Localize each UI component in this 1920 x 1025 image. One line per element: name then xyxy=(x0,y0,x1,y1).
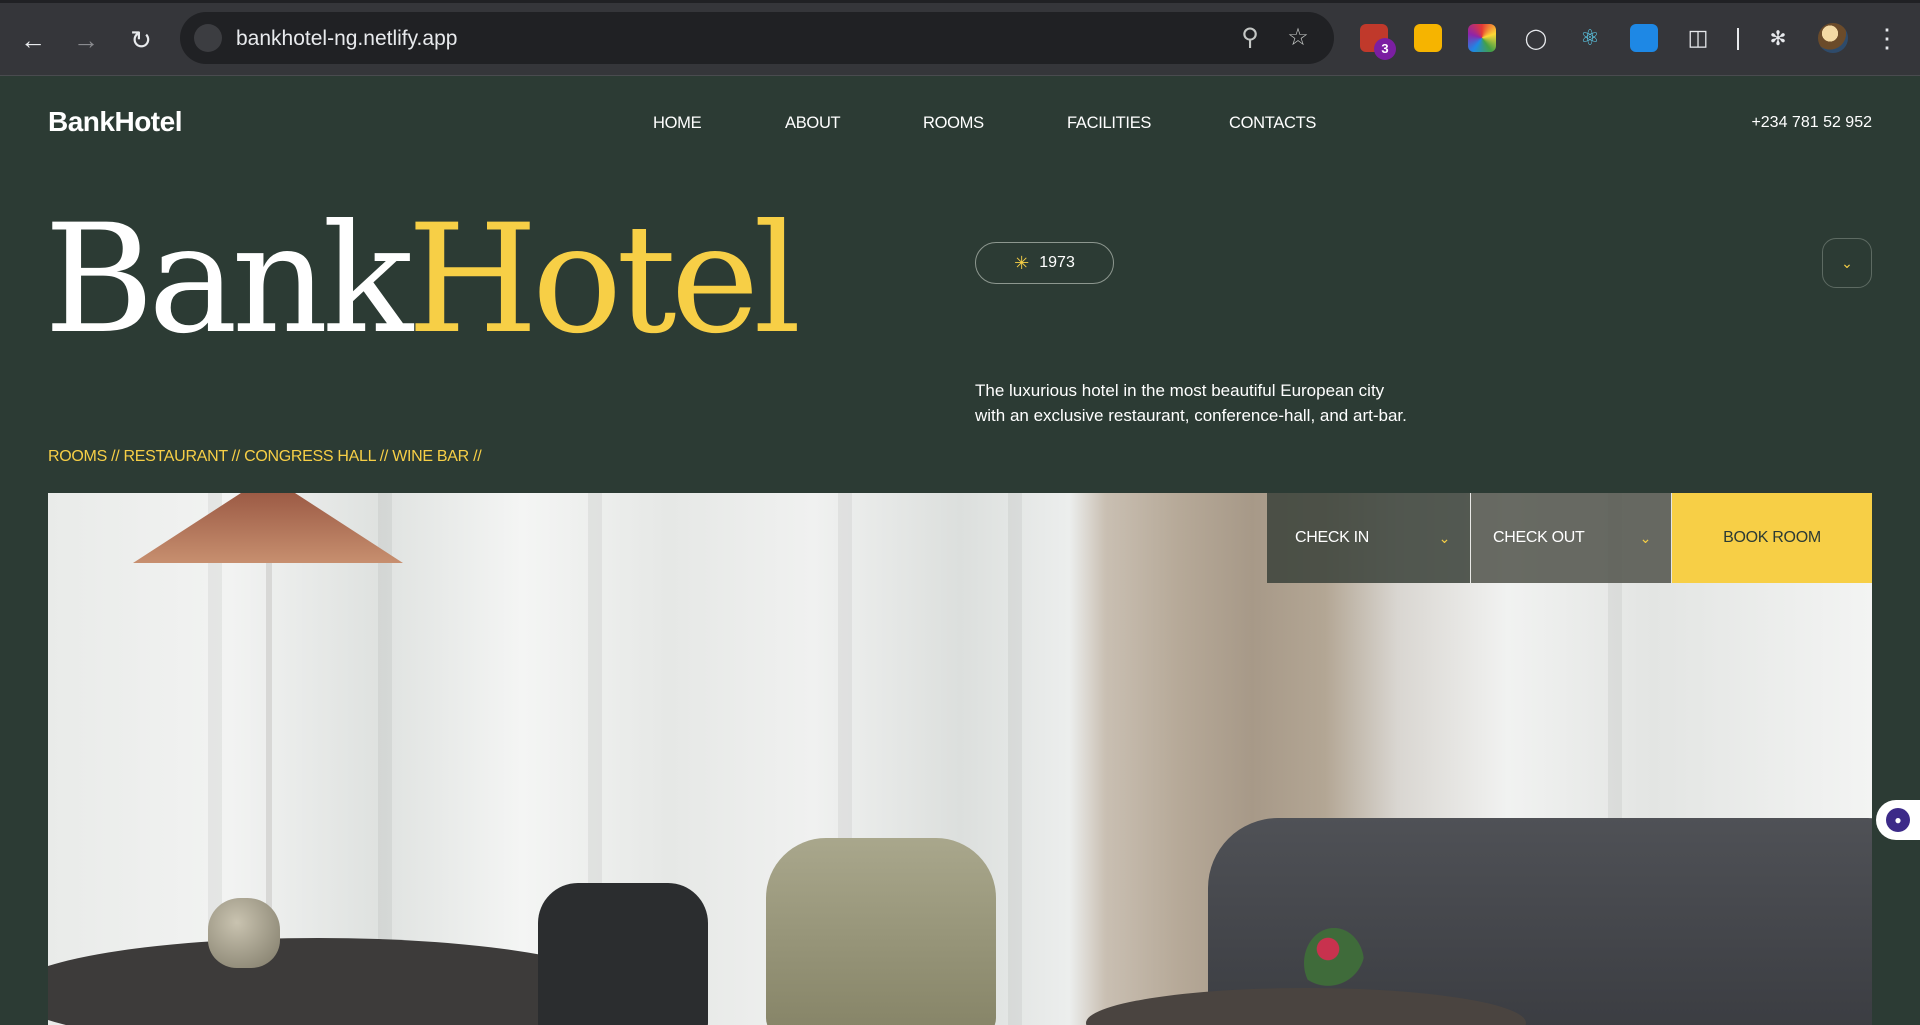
check-in-select[interactable]: CHECK IN ⌄ xyxy=(1267,493,1470,583)
year-text: 1973 xyxy=(1039,254,1075,271)
profile-avatar[interactable] xyxy=(1818,23,1848,53)
bookmark-star-icon[interactable]: ☆ xyxy=(1284,24,1312,52)
reload-icon[interactable]: ↻ xyxy=(123,22,159,58)
tab-strip xyxy=(0,0,1920,3)
chevron-down-icon: ⌄ xyxy=(1438,529,1451,546)
hero-title: BankHotel xyxy=(44,205,801,355)
curtain-fold xyxy=(1008,493,1022,1025)
scroll-down-button[interactable]: ⌄ xyxy=(1822,238,1872,288)
extension-todo-icon[interactable]: 3 xyxy=(1360,24,1396,60)
hero-title-hotel: Hotel xyxy=(407,193,801,367)
forward-icon[interactable]: → xyxy=(68,22,104,58)
nav-contacts[interactable]: CONTACTS xyxy=(1229,114,1316,133)
chevron-down-icon: ⌄ xyxy=(1639,529,1652,546)
back-icon[interactable]: ← xyxy=(15,22,51,58)
extension-keep-icon[interactable] xyxy=(1414,24,1442,52)
tagline-line-1: The luxurious hotel in the most beautifu… xyxy=(975,381,1385,400)
extension-leaf-icon[interactable]: ✻ xyxy=(1764,24,1792,52)
hero-title-bank: Bank xyxy=(44,193,413,367)
extensions-puzzle-icon[interactable]: ◫ xyxy=(1684,24,1712,52)
site-logo[interactable]: BankHotel xyxy=(48,106,182,138)
check-out-label: CHECK OUT xyxy=(1493,529,1585,546)
lamp-pole xyxy=(266,563,272,963)
nav-rooms[interactable]: ROOMS xyxy=(923,114,984,133)
extension-bulb-icon[interactable]: ◯ xyxy=(1522,24,1550,52)
menu-kebab-icon[interactable]: ⋮ xyxy=(1874,20,1900,56)
tagline-line-2: with an exclusive restaurant, conference… xyxy=(975,406,1407,425)
check-in-label: CHECK IN xyxy=(1295,529,1370,546)
extension-color-picker-icon[interactable] xyxy=(1468,24,1496,52)
zoom-icon[interactable]: ⚲ xyxy=(1236,24,1264,52)
url-text[interactable]: bankhotel-ng.netlify.app xyxy=(236,27,457,51)
toolbar-divider xyxy=(1737,28,1739,50)
hero-tagline: The luxurious hotel in the most beautifu… xyxy=(975,378,1475,428)
green-armchair xyxy=(766,838,996,1025)
book-room-button[interactable]: BOOK ROOM xyxy=(1672,493,1872,583)
nav-home[interactable]: HOME xyxy=(653,114,702,133)
chevron-down-icon: ⌄ xyxy=(1841,254,1853,271)
extension-ghost-icon[interactable] xyxy=(1630,24,1658,52)
check-out-select[interactable]: CHECK OUT ⌄ xyxy=(1471,493,1671,583)
address-bar[interactable]: bankhotel-ng.netlify.app ⚲ ☆ xyxy=(180,12,1334,64)
year-badge: ✳ 1973 xyxy=(975,242,1114,284)
hero-links[interactable]: ROOMS // RESTAURANT // CONGRESS HALL // … xyxy=(48,448,482,466)
nav-facilities[interactable]: FACILITIES xyxy=(1067,114,1151,133)
extension-badge: 3 xyxy=(1374,38,1396,60)
pendant-lamp xyxy=(133,493,403,563)
sparkle-icon: ✳ xyxy=(1014,252,1030,273)
phone-number[interactable]: +234 781 52 952 xyxy=(1751,114,1872,132)
browser-toolbar: ← → ↻ bankhotel-ng.netlify.app ⚲ ☆ 3 ◯ ⚛… xyxy=(0,0,1920,76)
black-chair xyxy=(538,883,708,1025)
bot-icon: ● xyxy=(1886,808,1910,832)
flowers xyxy=(1304,928,1364,998)
vase xyxy=(208,898,280,968)
extension-react-icon[interactable]: ⚛ xyxy=(1576,24,1604,52)
nav-about[interactable]: ABOUT xyxy=(785,114,841,133)
site-settings-icon[interactable] xyxy=(194,24,222,52)
assistant-widget[interactable]: ● xyxy=(1876,800,1920,840)
